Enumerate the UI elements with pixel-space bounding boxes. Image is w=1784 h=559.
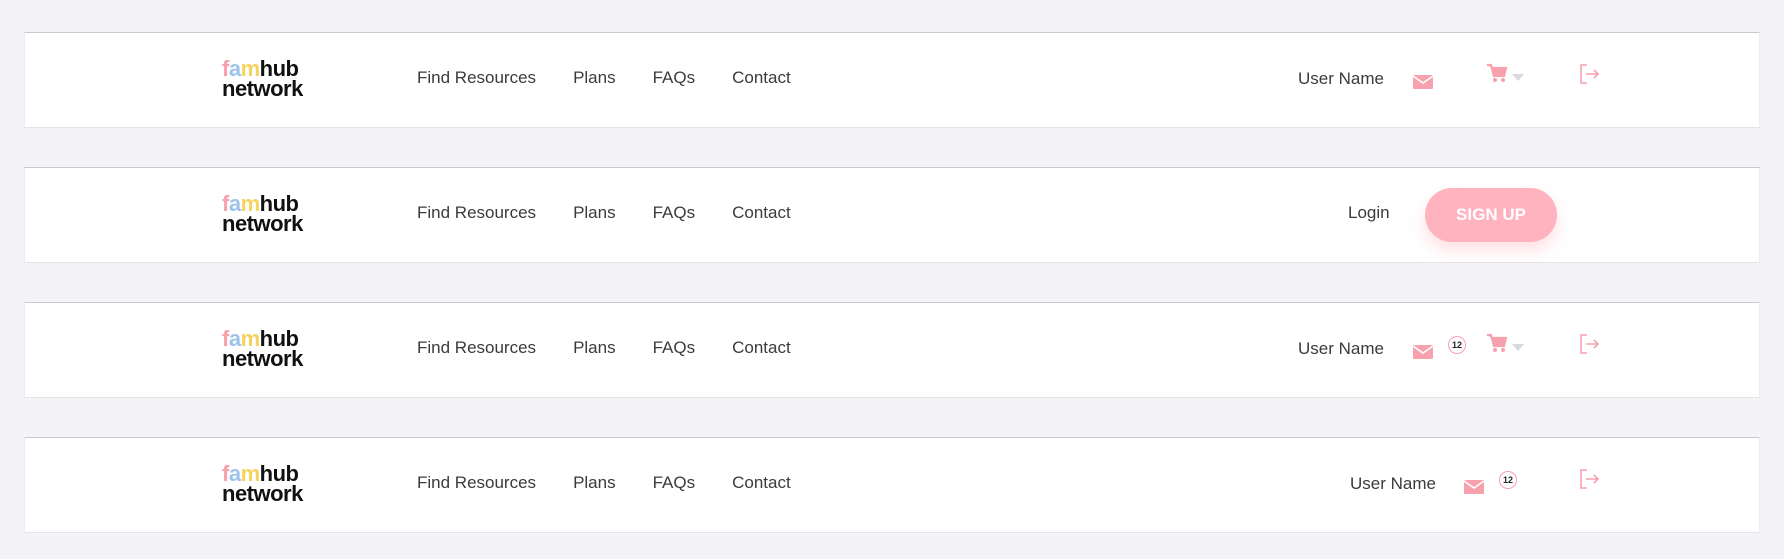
nav-faqs[interactable]: FAQs xyxy=(653,68,696,88)
nav-plans[interactable]: Plans xyxy=(573,338,616,358)
nav-find-resources[interactable]: Find Resources xyxy=(417,473,536,493)
mail-icon[interactable] xyxy=(1412,344,1434,360)
nav-contact[interactable]: Contact xyxy=(732,203,791,223)
login-link[interactable]: Login xyxy=(1348,203,1390,223)
caret-down-icon[interactable] xyxy=(1512,344,1524,351)
nav-contact[interactable]: Contact xyxy=(732,68,791,88)
cart-icon[interactable] xyxy=(1486,63,1508,83)
main-nav: Find Resources Plans FAQs Contact xyxy=(417,68,828,88)
mail-icon[interactable] xyxy=(1412,74,1434,90)
nav-contact[interactable]: Contact xyxy=(732,473,791,493)
nav-find-resources[interactable]: Find Resources xyxy=(417,203,536,223)
user-name[interactable]: User Name xyxy=(1298,69,1384,89)
famhub-logo[interactable]: famhub network xyxy=(222,328,303,370)
user-name[interactable]: User Name xyxy=(1298,339,1384,359)
nav-plans[interactable]: Plans xyxy=(573,68,616,88)
nav-plans[interactable]: Plans xyxy=(573,473,616,493)
user-name[interactable]: User Name xyxy=(1350,474,1436,494)
caret-down-icon[interactable] xyxy=(1512,74,1524,81)
famhub-logo[interactable]: famhub network xyxy=(222,193,303,235)
header-bar-logged-in-badge-cart: famhub network Find Resources Plans FAQs… xyxy=(24,302,1760,398)
main-nav: Find Resources Plans FAQs Contact xyxy=(417,338,828,358)
nav-faqs[interactable]: FAQs xyxy=(653,203,696,223)
nav-contact[interactable]: Contact xyxy=(732,338,791,358)
famhub-logo[interactable]: famhub network xyxy=(222,463,303,505)
mail-count-badge: 12 xyxy=(1499,471,1517,489)
nav-find-resources[interactable]: Find Resources xyxy=(417,338,536,358)
sign-up-button[interactable]: SIGN UP xyxy=(1425,188,1557,242)
nav-faqs[interactable]: FAQs xyxy=(653,473,696,493)
mail-icon[interactable] xyxy=(1463,479,1485,495)
logout-icon[interactable] xyxy=(1578,468,1600,490)
main-nav: Find Resources Plans FAQs Contact xyxy=(417,203,828,223)
mail-count-badge: 12 xyxy=(1448,336,1466,354)
header-bar-logged-in-badge: famhub network Find Resources Plans FAQs… xyxy=(24,437,1760,533)
nav-faqs[interactable]: FAQs xyxy=(653,338,696,358)
main-nav: Find Resources Plans FAQs Contact xyxy=(417,473,828,493)
header-bar-logged-out: famhub network Find Resources Plans FAQs… xyxy=(24,167,1760,263)
cart-icon[interactable] xyxy=(1486,333,1508,353)
nav-find-resources[interactable]: Find Resources xyxy=(417,68,536,88)
header-bar-logged-in: famhub network Find Resources Plans FAQs… xyxy=(24,32,1760,128)
famhub-logo[interactable]: famhub network xyxy=(222,58,303,100)
nav-plans[interactable]: Plans xyxy=(573,203,616,223)
logout-icon[interactable] xyxy=(1578,63,1600,85)
logout-icon[interactable] xyxy=(1578,333,1600,355)
